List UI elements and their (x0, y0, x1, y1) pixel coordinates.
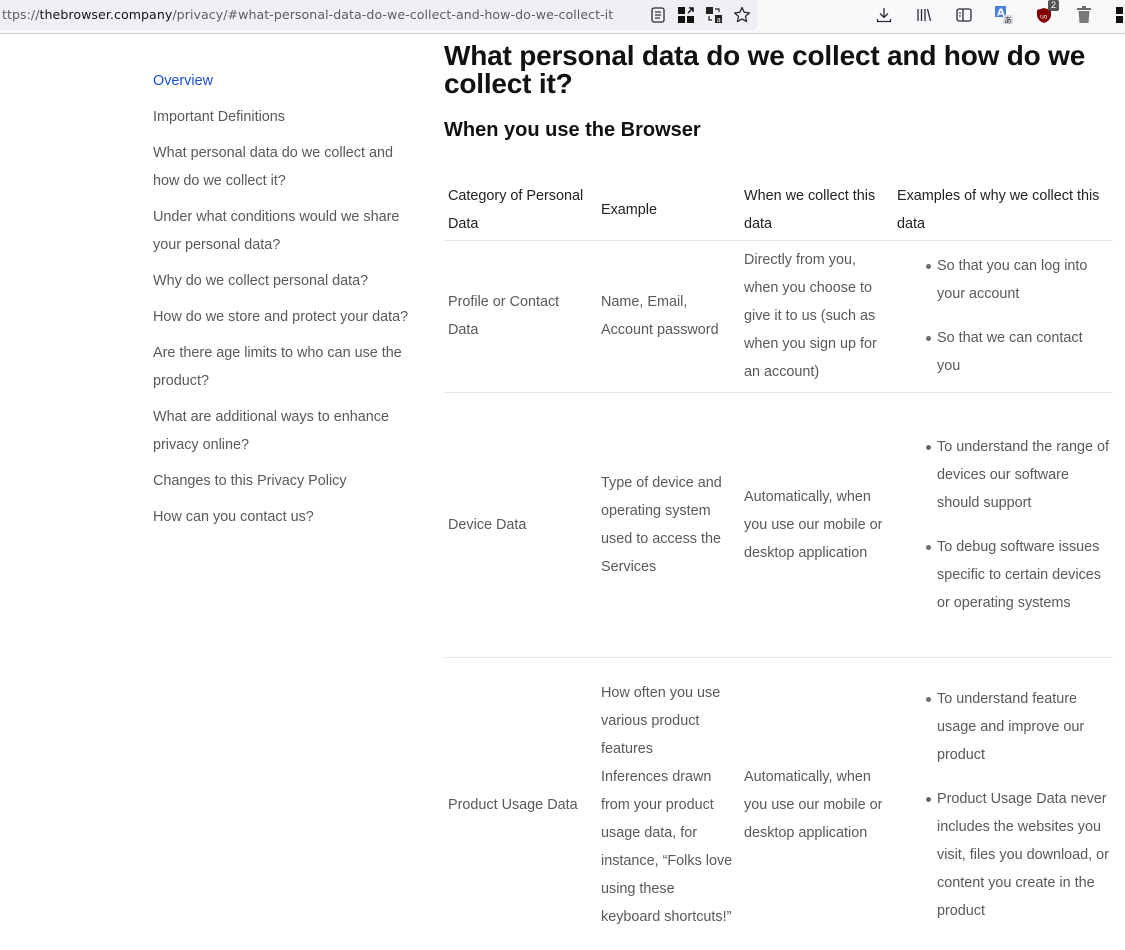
translate-page-icon[interactable]: a (704, 5, 724, 25)
url-path: /privacy/#what-personal-data-do-we-colle… (172, 7, 614, 22)
cell-when: Automatically, when you use our mobile o… (744, 768, 883, 841)
ublock-badge: 2 (1047, 0, 1059, 11)
reader-view-icon[interactable] (648, 5, 668, 25)
cell-why: So that you can log into your account So … (893, 240, 1113, 393)
cell-category: Product Usage Data (448, 796, 578, 813)
cell-example: Name, Email, Account password (597, 240, 740, 393)
reason-item: Product Usage Data never includes the we… (926, 785, 1109, 925)
sidebar-item[interactable]: What personal data do we collect and how… (153, 139, 423, 195)
url-host: thebrowser.company (39, 7, 173, 22)
reason-item: So that you can log into your account (926, 252, 1109, 308)
sidebar-item[interactable]: What are additional ways to enhance priv… (153, 403, 423, 459)
reasons-list: So that you can log into your account So … (897, 252, 1109, 380)
cell-when: Automatically, when you use our mobile o… (740, 392, 893, 658)
example-text: How often you use various product featur… (601, 684, 721, 757)
library-icon[interactable] (912, 5, 936, 25)
sidebar-item[interactable]: Are there age limits to who can use the … (153, 339, 423, 395)
table-of-contents: Overview Important Definitions What person… (153, 67, 423, 539)
table-row: Profile or Contact Data Name, Email, Acco… (444, 240, 1113, 393)
sidebar-item[interactable]: Under what conditions would we share you… (153, 203, 423, 259)
example-text: Name, Email, Account password (601, 294, 719, 338)
example-text: Inferences drawn from your product usage… (601, 768, 733, 925)
url-prefix: ttps:// (2, 7, 40, 22)
personal-data-table: Category of Personal Data Example When w… (444, 180, 1113, 950)
header-example: Example (597, 180, 740, 241)
url-bar[interactable]: ttps://thebrowser.company/privacy/#what-… (0, 0, 758, 30)
main-content: What personal data do we collect and how… (444, 40, 1114, 925)
extensions-icon[interactable] (1112, 5, 1125, 25)
svg-text:uo: uo (1040, 14, 1048, 21)
table-header-row: Category of Personal Data Example When w… (444, 180, 1113, 241)
cell-why: To understand feature usage and improve … (893, 657, 1113, 950)
sidebar-item[interactable]: Important Definitions (153, 103, 423, 131)
translate-extension-icon[interactable]: Aあ (992, 5, 1016, 25)
cell-category: Profile or Contact Data (444, 240, 597, 393)
section-title: When you use the Browser (444, 119, 701, 141)
sidebar-item[interactable]: How do we store and protect your data? (153, 303, 423, 331)
header-why: Examples of why we collect this data (893, 180, 1113, 241)
svg-text:a: a (717, 16, 721, 23)
reason-item: So that we can contact you (926, 324, 1109, 380)
sidebar-item[interactable]: Overview (153, 67, 423, 95)
reasons-list: To understand feature usage and improve … (897, 685, 1109, 925)
url-text[interactable]: ttps://thebrowser.company/privacy/#what-… (2, 7, 613, 22)
bookmark-star-icon[interactable] (732, 5, 752, 25)
example-text: Type of device and operating system used… (601, 474, 722, 575)
cell-example: Type of device and operating system used… (597, 392, 740, 658)
svg-text:あ: あ (1004, 16, 1012, 24)
sidebar-item[interactable]: Why do we collect personal data? (153, 267, 423, 295)
header-category: Category of Personal Data (444, 180, 597, 241)
ublock-icon[interactable]: uo 2 (1032, 0, 1059, 25)
sidebar-item[interactable]: Changes to this Privacy Policy (153, 467, 423, 495)
sidebar-item[interactable]: How can you contact us? (153, 503, 423, 531)
cell-category: Device Data (444, 392, 597, 658)
trash-icon[interactable] (1072, 5, 1096, 25)
reason-item: To understand the range of devices our s… (926, 433, 1109, 517)
header-when: When we collect this data (740, 180, 893, 241)
reason-item: To understand feature usage and improve … (926, 685, 1109, 769)
table-row: Device Data Type of device and operating … (444, 392, 1113, 658)
reasons-list: To understand the range of devices our s… (897, 433, 1109, 617)
table-row: Product Usage Data How often you use vari… (444, 657, 1113, 950)
sidebar-icon[interactable] (952, 5, 976, 25)
qr-code-icon[interactable] (676, 5, 696, 25)
cell-example: How often you use various product featur… (597, 657, 740, 950)
page-title: What personal data do we collect and how… (444, 40, 1086, 99)
browser-toolbar: ttps://thebrowser.company/privacy/#what-… (0, 0, 1125, 34)
reason-item: To debug software issues specific to cer… (926, 533, 1109, 617)
cell-why: To understand the range of devices our s… (893, 392, 1113, 658)
cell-when: Directly from you, when you choose to gi… (740, 240, 893, 393)
download-icon[interactable] (872, 5, 896, 25)
